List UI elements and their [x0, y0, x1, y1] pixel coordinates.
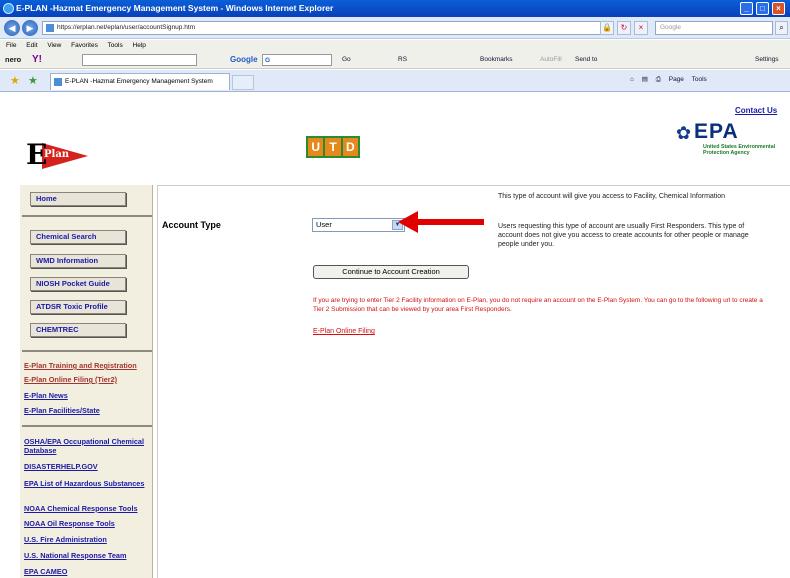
eplan-online-filing-link[interactable]: E-Plan Online Filing	[313, 328, 375, 335]
new-tab-button[interactable]	[232, 75, 254, 90]
command-bar: ⌂ ▤ ⎙ Page Tools	[630, 75, 713, 84]
minimize-button[interactable]: _	[740, 2, 753, 15]
address-row: ◀ ▶ https://erplan.net/eplan/user/accoun…	[0, 17, 790, 39]
menu-tools[interactable]: Tools	[108, 42, 123, 49]
back-button[interactable]: ◀	[4, 20, 20, 36]
home-icon[interactable]: ⌂	[630, 76, 634, 83]
contact-us-link[interactable]: Contact Us	[735, 106, 777, 115]
sidebar-button-home[interactable]: Home	[30, 192, 126, 206]
nero-logo[interactable]: nero	[5, 54, 21, 66]
account-info-text: This type of account will give you acces…	[498, 193, 726, 200]
feeds-icon[interactable]: ▤	[642, 76, 648, 83]
window-title: E-PLAN -Hazmat Emergency Management Syst…	[16, 3, 334, 13]
page-menu[interactable]: Page	[669, 76, 684, 83]
menu-favorites[interactable]: Favorites	[71, 42, 98, 49]
yahoo-search-input[interactable]	[82, 54, 197, 66]
menu-help[interactable]: Help	[133, 42, 146, 49]
address-bar[interactable]: https://erplan.net/eplan/user/accountSig…	[42, 21, 602, 35]
sidebar-link-training[interactable]: E-Plan Training and Registration	[24, 361, 152, 370]
tab-eplan[interactable]: E-PLAN -Hazmat Emergency Management Syst…	[50, 73, 230, 90]
eplan-logo[interactable]: E Plan	[26, 137, 92, 173]
sidebar-link-noaa-oil[interactable]: NOAA Oil Response Tools	[24, 519, 152, 528]
forward-button[interactable]: ▶	[22, 20, 38, 36]
yahoo-logo[interactable]: Y!	[32, 54, 42, 66]
bookmarks-button[interactable]: Bookmarks	[480, 54, 513, 66]
favorites-star-icon[interactable]: ★	[10, 74, 20, 87]
arrow-shaft-shape	[416, 219, 484, 225]
utd-logo: U T D	[306, 136, 360, 158]
tab-row: ★ ★ E-PLAN -Hazmat Emergency Management …	[0, 70, 790, 92]
sidebar-button-wmd-information[interactable]: WMD Information	[30, 254, 126, 268]
sidebar-link-nrt[interactable]: U.S. National Response Team	[24, 551, 152, 560]
page-icon	[46, 24, 54, 32]
sidebar-link-epa-hazardous[interactable]: EPA List of Hazardous Substances	[24, 479, 152, 488]
sidebar-link-facilities[interactable]: E-Plan Facilities/State	[24, 406, 152, 415]
arrow-head-shape	[398, 211, 418, 233]
sidebar-link-noaa-chemical[interactable]: NOAA Chemical Response Tools	[24, 504, 152, 513]
account-type-label: Account Type	[162, 220, 221, 230]
sidebar-link-fire-admin[interactable]: U.S. Fire Administration	[24, 535, 152, 544]
sendto-button[interactable]: Send to	[575, 54, 597, 66]
sidebar-separator	[22, 215, 152, 217]
continue-to-account-creation-button[interactable]: Continue to Account Creation	[313, 265, 469, 279]
sidebar-button-chemtrec[interactable]: CHEMTREC	[30, 323, 126, 337]
add-favorite-icon[interactable]: ★	[28, 74, 38, 87]
url-text: https://erplan.net/eplan/user/accountSig…	[57, 24, 196, 31]
print-icon[interactable]: ⎙	[656, 76, 661, 83]
refresh-icon[interactable]: ↻	[617, 21, 631, 35]
account-type-select[interactable]: User ▼	[312, 218, 405, 232]
sidebar-button-niosh-pocket-guide[interactable]: NIOSH Pocket Guide	[30, 277, 126, 291]
search-icon[interactable]: ⌕	[775, 21, 788, 35]
address-icons: 🔒 ↻ ×	[600, 21, 648, 35]
sidebar-separator	[22, 350, 152, 352]
google-search-input[interactable]: G	[262, 54, 332, 66]
close-button[interactable]: ×	[772, 2, 785, 15]
sidebar-link-epa-cameo[interactable]: EPA CAMEO	[24, 567, 152, 576]
tier2-notice: If you are trying to enter Tier 2 Facili…	[313, 297, 763, 313]
sidebar-link-news[interactable]: E-Plan News	[24, 391, 152, 400]
page-icon	[54, 78, 62, 86]
google-logo[interactable]: Google	[230, 54, 258, 66]
menu-view[interactable]: View	[47, 42, 61, 49]
sidebar-link-osha-epa[interactable]: OSHA/EPA Occupational Chemical Database	[24, 437, 152, 455]
sidebar-button-atdsr-toxic-profile[interactable]: ATDSR Toxic Profile	[30, 300, 126, 314]
stop-icon[interactable]: ×	[634, 21, 648, 35]
epa-logo: ✿ EPA United States Environmental Protec…	[676, 120, 776, 156]
google-go-button[interactable]: Go	[342, 54, 351, 66]
rs-button[interactable]: RS	[398, 54, 407, 66]
toolbar: nero Y! Google G Go RS Bookmarks AutoFil…	[0, 51, 790, 69]
search-input[interactable]: Google	[655, 21, 773, 35]
red-arrow-annotation	[398, 211, 484, 233]
settings-button[interactable]: Settings	[755, 54, 779, 66]
autofill-button[interactable]: AutoFill	[540, 54, 562, 66]
ie-app-icon	[3, 3, 14, 14]
account-info-detail: Users requesting this type of account ar…	[498, 223, 749, 248]
window-title-bar: E-PLAN -Hazmat Emergency Management Syst…	[0, 0, 790, 17]
menu-bar: File Edit View Favorites Tools Help	[0, 40, 790, 51]
epa-flower-icon: ✿	[676, 123, 692, 143]
tools-menu[interactable]: Tools	[692, 76, 707, 83]
sidebar-link-disasterhelp[interactable]: DISASTERHELP.GOV	[24, 462, 152, 471]
sidebar-button-chemical-search[interactable]: Chemical Search	[30, 230, 126, 244]
menu-edit[interactable]: Edit	[26, 42, 37, 49]
lock-icon[interactable]: 🔒	[600, 21, 614, 35]
sidebar: Home Chemical Search WMD Information NIO…	[20, 185, 153, 578]
maximize-button[interactable]: □	[756, 2, 769, 15]
menu-file[interactable]: File	[6, 42, 16, 49]
sidebar-link-online-filing[interactable]: E-Plan Online Filing (Tier2)	[24, 375, 152, 384]
sidebar-separator	[22, 425, 152, 427]
